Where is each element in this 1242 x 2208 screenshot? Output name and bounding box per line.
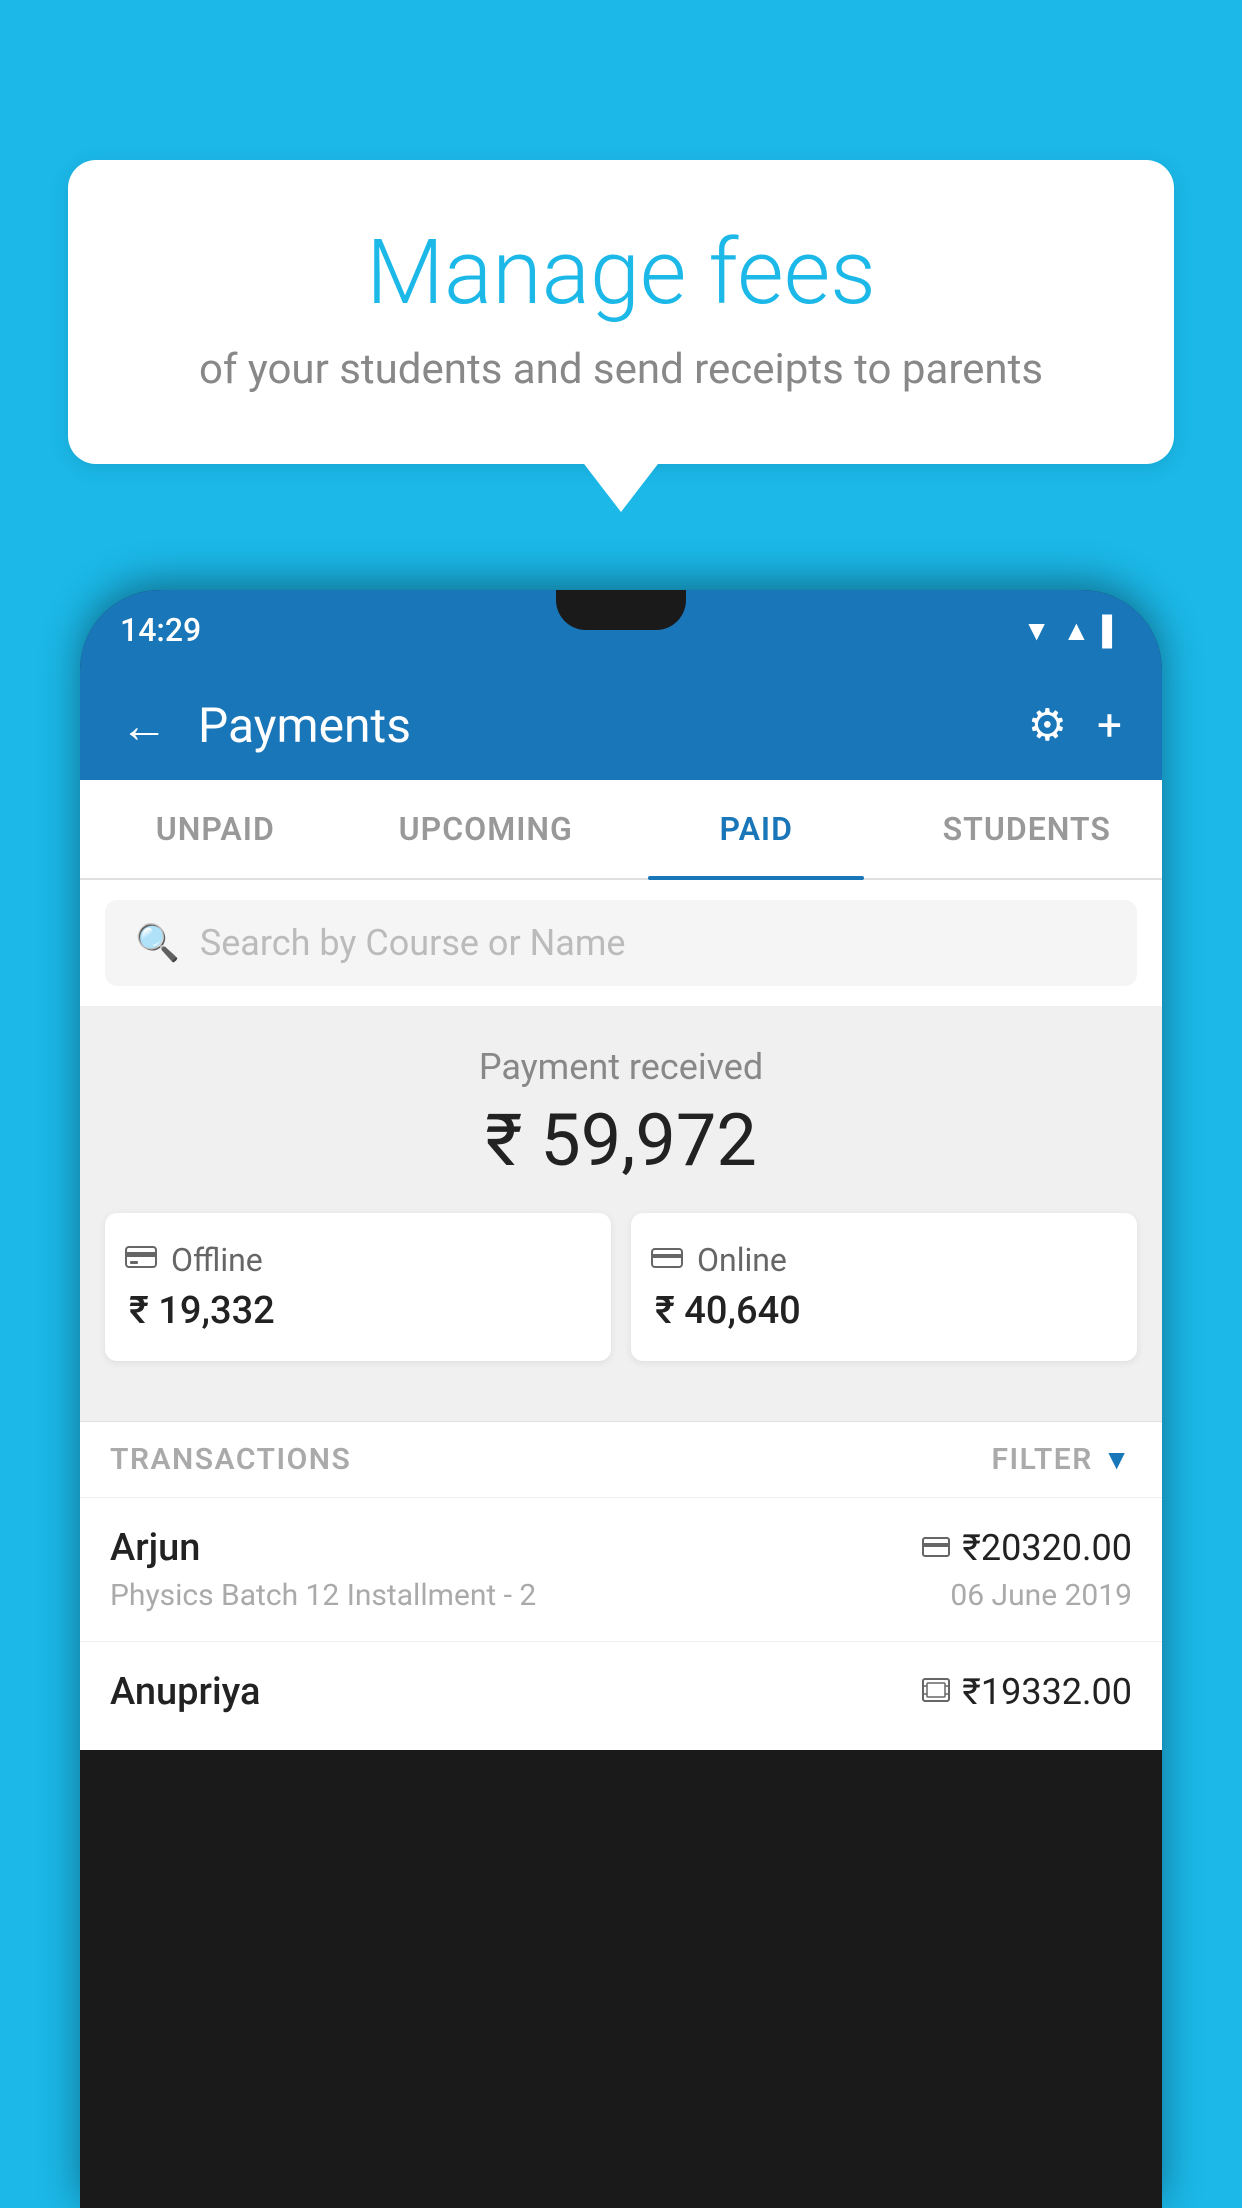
offline-amount: ₹ 19,332 xyxy=(125,1289,275,1333)
transactions-label: TRANSACTIONS xyxy=(110,1442,351,1477)
payment-summary: Payment received ₹ 59,972 Offline xyxy=(80,1006,1162,1421)
transaction-top: Arjun ₹20320.00 xyxy=(110,1526,1132,1570)
tab-bar: UNPAID UPCOMING PAID STUDENTS xyxy=(80,780,1162,880)
wifi-icon: ▼ xyxy=(1023,614,1051,647)
app-header: ← Payments ⚙ + xyxy=(80,670,1162,780)
page-title: Payments xyxy=(198,697,1008,754)
card-payment-icon xyxy=(922,1531,950,1566)
transaction-row[interactable]: Arjun ₹20320.00 Physics Batch 12 Install… xyxy=(80,1497,1162,1641)
online-label: Online xyxy=(697,1241,787,1279)
transaction-top-2: Anupriya ₹19332.00 xyxy=(110,1670,1132,1714)
tab-paid[interactable]: PAID xyxy=(621,780,892,878)
transaction-name: Arjun xyxy=(110,1526,200,1570)
transaction-date: 06 June 2019 xyxy=(950,1578,1132,1613)
offline-card-top: Offline xyxy=(125,1241,263,1279)
tab-unpaid[interactable]: UNPAID xyxy=(80,780,351,878)
filter-label: FILTER xyxy=(992,1442,1093,1477)
online-amount: ₹ 40,640 xyxy=(651,1289,801,1333)
online-card-top: Online xyxy=(651,1241,787,1279)
settings-icon[interactable]: ⚙ xyxy=(1028,699,1067,751)
bubble-subtitle: of your students and send receipts to pa… xyxy=(118,345,1124,394)
search-icon: 🔍 xyxy=(135,922,180,964)
payment-total-amount: ₹ 59,972 xyxy=(80,1098,1162,1183)
transaction-amount: ₹20320.00 xyxy=(962,1527,1132,1569)
search-bar[interactable]: 🔍 Search by Course or Name xyxy=(105,900,1137,986)
payment-received-label: Payment received xyxy=(80,1046,1162,1088)
offline-card: Offline ₹ 19,332 xyxy=(105,1213,611,1361)
tab-students[interactable]: STUDENTS xyxy=(892,780,1163,878)
online-icon xyxy=(651,1241,683,1279)
transaction-amount-2: ₹19332.00 xyxy=(962,1671,1132,1713)
filter-button[interactable]: FILTER ▼ xyxy=(992,1442,1132,1477)
bubble-title: Manage fees xyxy=(118,220,1124,325)
status-bar: 14:29 ▼ ▲ ▌ xyxy=(80,590,1162,670)
online-card: Online ₹ 40,640 xyxy=(631,1213,1137,1361)
transactions-header: TRANSACTIONS FILTER ▼ xyxy=(80,1421,1162,1497)
notch xyxy=(556,590,686,630)
cash-payment-icon xyxy=(922,1675,950,1710)
tab-upcoming[interactable]: UPCOMING xyxy=(351,780,622,878)
phone-screen: UNPAID UPCOMING PAID STUDENTS 🔍 Search b… xyxy=(80,780,1162,1750)
payment-cards: Offline ₹ 19,332 Online xyxy=(80,1213,1162,1391)
transaction-amount-wrap-2: ₹19332.00 xyxy=(922,1671,1132,1713)
transaction-amount-wrap: ₹20320.00 xyxy=(922,1527,1132,1569)
speech-bubble: Manage fees of your students and send re… xyxy=(68,160,1174,464)
status-time: 14:29 xyxy=(120,611,201,649)
transaction-name-2: Anupriya xyxy=(110,1670,260,1714)
search-input[interactable]: Search by Course or Name xyxy=(200,922,626,964)
offline-label: Offline xyxy=(171,1241,263,1279)
transaction-course: Physics Batch 12 Installment - 2 xyxy=(110,1578,536,1613)
signal-icon: ▲ xyxy=(1062,614,1090,647)
battery-icon: ▌ xyxy=(1102,614,1122,647)
header-actions: ⚙ + xyxy=(1028,699,1122,751)
filter-icon: ▼ xyxy=(1103,1443,1132,1476)
status-icons: ▼ ▲ ▌ xyxy=(1023,614,1122,647)
transaction-bottom: Physics Batch 12 Installment - 2 06 June… xyxy=(110,1578,1132,1613)
phone-frame: 14:29 ▼ ▲ ▌ ← Payments ⚙ + UNPAID UPCOMI… xyxy=(80,590,1162,2208)
transaction-row[interactable]: Anupriya ₹19332.00 xyxy=(80,1641,1162,1750)
back-button[interactable]: ← xyxy=(120,697,168,754)
add-icon[interactable]: + xyxy=(1097,699,1122,751)
offline-icon xyxy=(125,1241,157,1279)
